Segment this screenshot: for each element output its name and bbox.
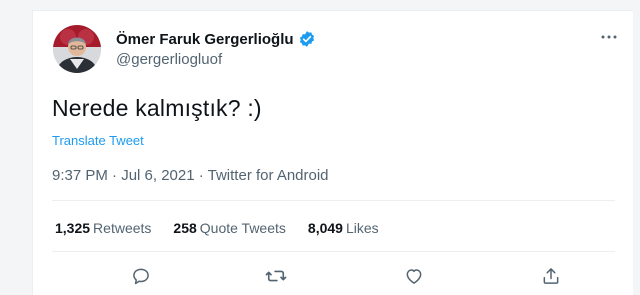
avatar-image [53,25,101,73]
likes-count: 8,049 [307,220,343,236]
retweet-icon[interactable] [265,265,287,287]
like-icon[interactable] [403,265,425,287]
retweets-label: Retweets [93,220,152,236]
tweet-card: Ömer Faruk Gergerlioğlu @gergerliogluof … [32,10,633,295]
avatar[interactable] [53,25,101,73]
share-icon[interactable] [540,265,562,287]
tweet-stats: 1,325 Retweets 258 Quote Tweets 8,049 Likes [55,220,379,236]
divider [52,200,615,201]
likes-stat[interactable]: 8,049 Likes [308,220,379,236]
quote-tweets-count: 258 [173,220,197,236]
quote-tweets-label: Quote Tweets [199,220,286,236]
tweet-actions [52,261,615,291]
author-handle[interactable]: @gergerliogluof [116,51,222,68]
retweets-count: 1,325 [55,220,91,236]
translate-tweet-link[interactable]: Translate Tweet [52,133,144,148]
divider [52,251,615,252]
author-name-row[interactable]: Ömer Faruk Gergerlioğlu [116,30,316,48]
retweets-stat[interactable]: 1,325 Retweets [55,220,151,236]
reply-icon[interactable] [130,265,152,287]
verified-badge-icon [298,30,316,48]
author-name[interactable]: Ömer Faruk Gergerlioğlu [116,31,294,48]
more-horizontal-icon[interactable] [599,27,619,47]
tweet-meta[interactable]: 9:37 PM · Jul 6, 2021 · Twitter for Andr… [52,167,329,184]
quote-tweets-stat[interactable]: 258 Quote Tweets [173,220,286,236]
tweet-text: Nerede kalmıştık? :) [52,95,262,121]
likes-label: Likes [345,220,379,236]
